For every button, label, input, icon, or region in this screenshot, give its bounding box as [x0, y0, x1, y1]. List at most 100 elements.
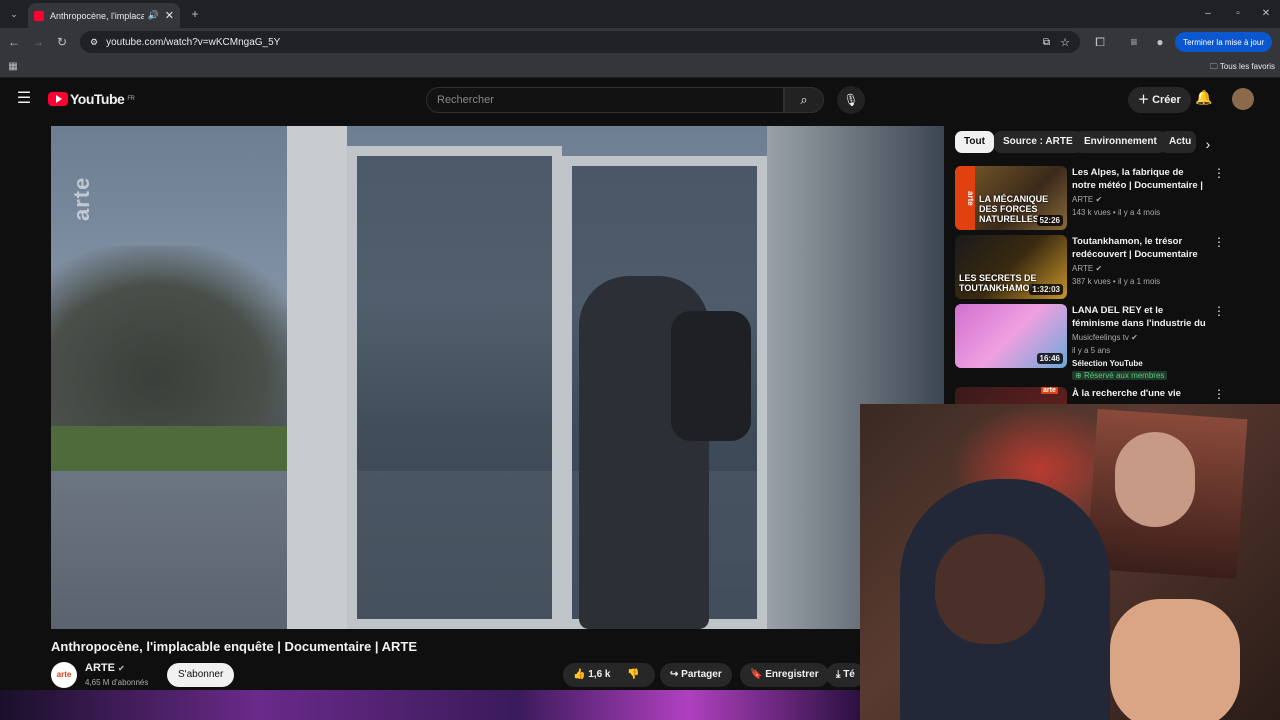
rec-thumbnail-3[interactable]: 16:46: [955, 304, 1067, 368]
verified-icon: ✔: [1095, 195, 1103, 204]
rec-title-2[interactable]: Toutankhamon, le trésor redécouvert | Do…: [1072, 235, 1207, 261]
rec-thumbnail-1[interactable]: arte LA MÉCANIQUE DES FORCES NATURELLES …: [955, 166, 1067, 230]
mic-icon: 🎙: [843, 93, 859, 107]
logo-text: YouTube: [70, 91, 125, 107]
rec-duration-3: 16:46: [1036, 353, 1063, 364]
share-icon: ↪: [670, 669, 682, 680]
bookmark-icon: 🔖: [750, 669, 766, 680]
verified-icon: ✔: [118, 664, 125, 673]
chip-source-arte[interactable]: Source : ARTE: [994, 131, 1082, 153]
install-icon[interactable]: ⧉: [1043, 37, 1050, 48]
search-button[interactable]: ⌕: [784, 87, 824, 113]
rec-badge-3: Sélection YouTube: [1072, 359, 1143, 368]
plus-icon: ＋: [1138, 94, 1153, 106]
maximize-icon[interactable]: ▫: [1228, 4, 1248, 24]
rec-more-icon[interactable]: ⋮: [1213, 387, 1225, 401]
all-bookmarks-folder[interactable]: 🗀 Tous les favoris: [1210, 61, 1275, 75]
youtube-play-icon: [48, 92, 68, 106]
search-icon: ⌕: [800, 92, 808, 107]
like-button[interactable]: 👍 1,6 k: [573, 669, 610, 680]
save-label: Enregistrer: [765, 669, 819, 680]
close-window-icon[interactable]: ✕: [1256, 4, 1276, 24]
site-settings-icon[interactable]: ⚙: [90, 37, 98, 48]
new-tab-icon[interactable]: +: [185, 4, 205, 24]
subscribe-button[interactable]: S'abonner: [167, 663, 235, 687]
rec-channel-3[interactable]: Musicfeelings tv ✔: [1072, 333, 1138, 342]
rec-meta-2: 387 k vues • il y a 1 mois: [1072, 277, 1161, 286]
rec-thumbnail-2[interactable]: LES SECRETS DE TOUTANKHAMON 1:32:03: [955, 235, 1067, 299]
rec-channel-2-text: ARTE: [1072, 264, 1094, 273]
voice-search-button[interactable]: 🎙: [837, 86, 865, 114]
video-player[interactable]: arte: [51, 126, 944, 629]
bottom-overlay-strip: [0, 690, 860, 720]
video-backpack: [671, 311, 751, 441]
chip-actu[interactable]: Actu: [1160, 131, 1196, 153]
chip-environnement[interactable]: Environnement: [1075, 131, 1166, 153]
webcam-poster-face: [1115, 432, 1195, 527]
logo-region: FR: [127, 96, 135, 102]
url-bar[interactable]: ⚙ youtube.com/watch?v=wKCMngaG_5Y ⧉ ☆: [80, 31, 1080, 53]
bookmarks-bar: ▦ 🗀 Tous les favoris: [0, 56, 1280, 78]
rec-meta-3: il y a 5 ans: [1072, 346, 1111, 355]
back-icon[interactable]: ←: [4, 32, 24, 52]
webcam-person-arm: [1110, 599, 1240, 720]
search-input[interactable]: Rechercher: [426, 87, 784, 113]
bookmark-star-icon[interactable]: ☆: [1060, 36, 1070, 49]
rec-more-icon[interactable]: ⋮: [1213, 235, 1225, 249]
menu-hamburger-icon[interactable]: ☰: [14, 89, 34, 109]
address-bar-row: ← → ↻ ⚙ youtube.com/watch?v=wKCMngaG_5Y …: [0, 28, 1280, 56]
rec-thumb-arte-logo: arte: [1041, 387, 1058, 394]
verified-icon: ✔: [1095, 264, 1103, 273]
rec-item-2[interactable]: LES SECRETS DE TOUTANKHAMON 1:32:03 Tout…: [955, 235, 1225, 299]
update-button[interactable]: Terminer la mise à jour: [1175, 32, 1272, 52]
like-dislike-group: 👍 1,6 k 👎: [563, 663, 655, 687]
reading-list-icon[interactable]: ≡: [1124, 32, 1144, 52]
channel-avatar[interactable]: arte: [51, 662, 77, 688]
tab-search-chevron-icon[interactable]: ⌄: [4, 4, 24, 24]
browser-tab[interactable]: Anthropocène, l'implacable 🔊 ✕: [28, 3, 180, 28]
rec-thumb-arte-logo: arte: [955, 166, 975, 230]
minimize-icon[interactable]: –: [1198, 4, 1218, 24]
share-button[interactable]: ↪ Partager: [660, 663, 732, 687]
rec-duration-1: 52:26: [1036, 215, 1063, 226]
save-button[interactable]: 🔖 Enregistrer: [740, 663, 829, 687]
thumbs-up-icon: 👍: [573, 669, 589, 680]
download-label: Té: [843, 669, 855, 680]
dislike-button[interactable]: 👎: [627, 663, 639, 687]
rec-channel-2[interactable]: ARTE ✔: [1072, 264, 1102, 273]
rec-more-icon[interactable]: ⋮: [1213, 304, 1225, 318]
apps-grid-icon[interactable]: ▦: [3, 57, 23, 77]
rec-duration-2: 1:32:03: [1029, 284, 1063, 295]
url-text[interactable]: youtube.com/watch?v=wKCMngaG_5Y: [106, 37, 280, 48]
rec-title-3[interactable]: LANA DEL REY et le féminisme dans l'indu…: [1072, 304, 1207, 330]
reload-icon[interactable]: ↻: [52, 32, 72, 52]
rec-title-1[interactable]: Les Alpes, la fabrique de notre météo | …: [1072, 166, 1207, 192]
channel-name[interactable]: ARTE ✔: [85, 662, 125, 674]
masthead: ☰ YouTube FR Rechercher ⌕ 🎙 ＋ Créer 🔔: [0, 78, 1280, 122]
webcam-overlay: [860, 404, 1280, 720]
create-label: Créer: [1152, 94, 1181, 106]
rec-more-icon[interactable]: ⋮: [1213, 166, 1225, 180]
rec-channel-3-text: Musicfeelings tv: [1072, 333, 1129, 342]
share-label: Partager: [681, 669, 722, 680]
tab-title: Anthropocène, l'implacable: [50, 10, 144, 21]
extensions-icon[interactable]: ⧠: [1090, 32, 1110, 52]
arte-watermark: arte: [69, 176, 94, 221]
profile-icon[interactable]: ●: [1150, 32, 1170, 52]
rec-title-4[interactable]: À la recherche d'une vie: [1072, 387, 1207, 400]
create-button[interactable]: ＋ Créer: [1128, 87, 1191, 113]
thumbs-down-icon: 👎: [627, 669, 640, 680]
browser-tab-bar: ⌄ Anthropocène, l'implacable 🔊 ✕ + – ▫ ✕: [0, 0, 1280, 28]
rec-item-1[interactable]: arte LA MÉCANIQUE DES FORCES NATURELLES …: [955, 166, 1225, 230]
notifications-bell-icon[interactable]: 🔔: [1195, 89, 1212, 106]
rec-item-3[interactable]: 16:46 LANA DEL REY et le féminisme dans …: [955, 304, 1225, 384]
folder-icon: 🗀: [1209, 62, 1220, 71]
tab-close-icon[interactable]: ✕: [165, 9, 174, 22]
speaker-icon[interactable]: 🔊: [148, 10, 159, 21]
chip-all[interactable]: Tout: [955, 131, 994, 153]
rec-channel-1[interactable]: ARTE ✔: [1072, 195, 1102, 204]
youtube-logo[interactable]: YouTube FR: [48, 91, 135, 107]
forward-icon[interactable]: →: [28, 32, 48, 52]
chips-next-chevron-icon[interactable]: ›: [1198, 134, 1218, 154]
user-avatar[interactable]: [1232, 88, 1254, 110]
